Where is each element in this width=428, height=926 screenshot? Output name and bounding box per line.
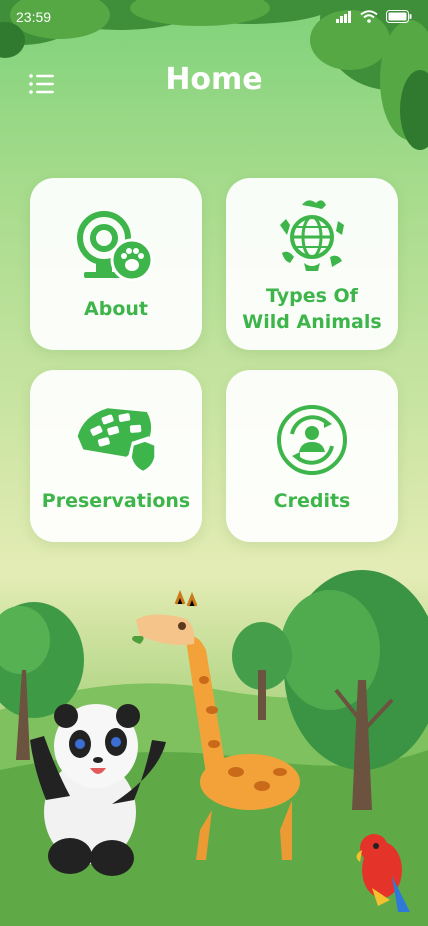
about-card[interactable]: About [30,178,202,350]
preservations-card[interactable]: Preservations [30,370,202,542]
cellular-signal-icon [336,10,351,23]
person-refresh-icon [270,398,354,482]
wildlife-scene-illustration [0,570,428,926]
types-of-wild-animals-card[interactable]: Types Of Wild Animals [226,178,398,350]
globe-animals-icon [270,193,354,277]
wifi-icon [360,10,378,23]
types-of-wild-animals-label: Types Of Wild Animals [242,285,382,333]
status-icons [336,10,412,23]
preservations-label: Preservations [41,490,191,512]
status-time: 23:59 [16,9,52,25]
about-label: About [84,298,148,320]
page-title: Home [165,62,263,97]
credits-card[interactable]: Credits [226,370,398,542]
credits-label: Credits [273,490,351,512]
battery-icon [386,10,412,23]
webcam-paw-icon [74,206,158,290]
status-bar: 23:59 [0,0,428,34]
shield-map-icon [74,398,158,482]
